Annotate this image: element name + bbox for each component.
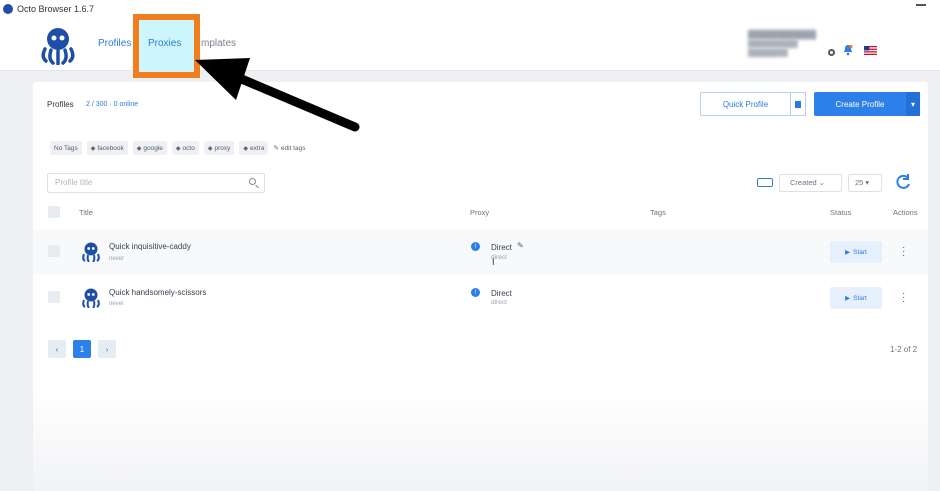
- row-checkbox[interactable]: [48, 245, 60, 257]
- refresh-icon[interactable]: [893, 172, 913, 192]
- search-input[interactable]: Profile title: [47, 173, 265, 193]
- search-icon[interactable]: [249, 178, 256, 185]
- column-tags: Tags: [650, 208, 666, 217]
- minimize-icon[interactable]: [916, 4, 926, 6]
- quick-profile-options-button[interactable]: [790, 92, 806, 116]
- tag-google[interactable]: ◆ google: [132, 141, 167, 155]
- pager-prev-button[interactable]: ‹: [48, 340, 66, 358]
- tag-filter-row: No Tags ◆ facebook ◆ google ◆ octo ◆ proxy ◆…: [50, 141, 305, 155]
- select-all-checkbox[interactable]: [48, 206, 60, 218]
- tag-icon: ◆: [90, 145, 96, 152]
- play-icon: ▶: [845, 249, 851, 256]
- column-status: Status: [830, 208, 852, 217]
- more-actions-icon[interactable]: · · ·: [902, 243, 905, 261]
- edit-icon: ✎: [273, 145, 279, 152]
- pager-range: 1-2 of 2: [890, 345, 918, 354]
- bell-icon[interactable]: [843, 44, 853, 56]
- create-profile-button[interactable]: Create Profile: [814, 92, 906, 116]
- user-subscription-blurred: ██████████: [748, 41, 798, 48]
- tag-extra[interactable]: ◆ extra: [239, 141, 269, 155]
- pager-page-button[interactable]: 1: [73, 340, 91, 358]
- us-flag-icon[interactable]: [864, 46, 877, 55]
- info-icon[interactable]: !: [471, 288, 480, 297]
- column-title[interactable]: Title: [79, 208, 93, 217]
- tag-icon: ◆: [243, 145, 248, 152]
- user-info: ████████████ ██████████ ████████: [748, 30, 840, 57]
- tag-proxy[interactable]: ◆ proxy: [203, 141, 235, 155]
- profile-last-run: never: [109, 301, 125, 307]
- sort-select[interactable]: Created ⌄: [779, 174, 842, 192]
- column-proxy: Proxy: [470, 208, 490, 217]
- tag-octo[interactable]: ◆ octo: [171, 141, 199, 155]
- octopus-logo-icon: [41, 28, 75, 65]
- user-email-blurred: ████████████: [748, 30, 817, 39]
- proxy-type: Direct: [491, 243, 512, 252]
- per-page-select[interactable]: 25 ▾: [848, 174, 882, 192]
- text-cursor-icon: I: [492, 257, 495, 267]
- profiles-count: 2 / 300 · 0 online: [86, 101, 139, 108]
- more-actions-icon[interactable]: · · ·: [902, 289, 905, 307]
- chevron-down-icon: ▾: [910, 99, 915, 109]
- tag-icon: ◆: [136, 145, 142, 152]
- nav-profiles[interactable]: Profiles: [98, 38, 131, 49]
- pager-next-button[interactable]: ›: [98, 340, 116, 358]
- tag-icon: ◆: [175, 145, 181, 152]
- gear-icon[interactable]: [828, 49, 835, 56]
- nav-templates[interactable]: mplates: [201, 38, 236, 49]
- user-expiry-blurred: ████████: [748, 50, 788, 57]
- pencil-icon[interactable]: ✎: [517, 241, 524, 250]
- start-button[interactable]: ▶ Start: [830, 241, 882, 263]
- app-icon: [3, 4, 13, 14]
- info-icon[interactable]: !: [471, 242, 480, 251]
- nav-proxies[interactable]: Proxies: [148, 38, 181, 49]
- sidebar-toggle-icon: [795, 100, 801, 108]
- tag-no-tags[interactable]: No Tags: [50, 141, 82, 155]
- octopus-avatar-icon: [82, 242, 100, 262]
- page-title: Profiles: [47, 100, 74, 109]
- profile-title[interactable]: Quick inquisitive-caddy: [109, 242, 191, 251]
- proxy-subtext: direct: [491, 299, 507, 306]
- keyboard-icon[interactable]: [757, 178, 773, 187]
- row-checkbox[interactable]: [48, 291, 60, 303]
- window-title: Octo Browser 1.6.7: [17, 4, 95, 14]
- proxy-type: Direct: [491, 289, 512, 298]
- edit-tags-button[interactable]: ✎ edit tags: [273, 141, 305, 155]
- create-profile-dropdown[interactable]: ▾: [906, 92, 920, 116]
- octopus-avatar-icon: [82, 288, 100, 308]
- tag-facebook[interactable]: ◆ facebook: [86, 141, 128, 155]
- profile-title[interactable]: Quick handsomely-scissors: [109, 288, 206, 297]
- column-actions: Actions: [893, 208, 918, 217]
- play-icon: ▶: [845, 295, 851, 302]
- start-button[interactable]: ▶ Start: [830, 287, 882, 309]
- profile-last-run: never: [109, 256, 125, 262]
- tag-icon: ◆: [207, 145, 213, 152]
- quick-profile-button[interactable]: Quick Profile: [700, 92, 791, 116]
- table-row[interactable]: [33, 230, 928, 274]
